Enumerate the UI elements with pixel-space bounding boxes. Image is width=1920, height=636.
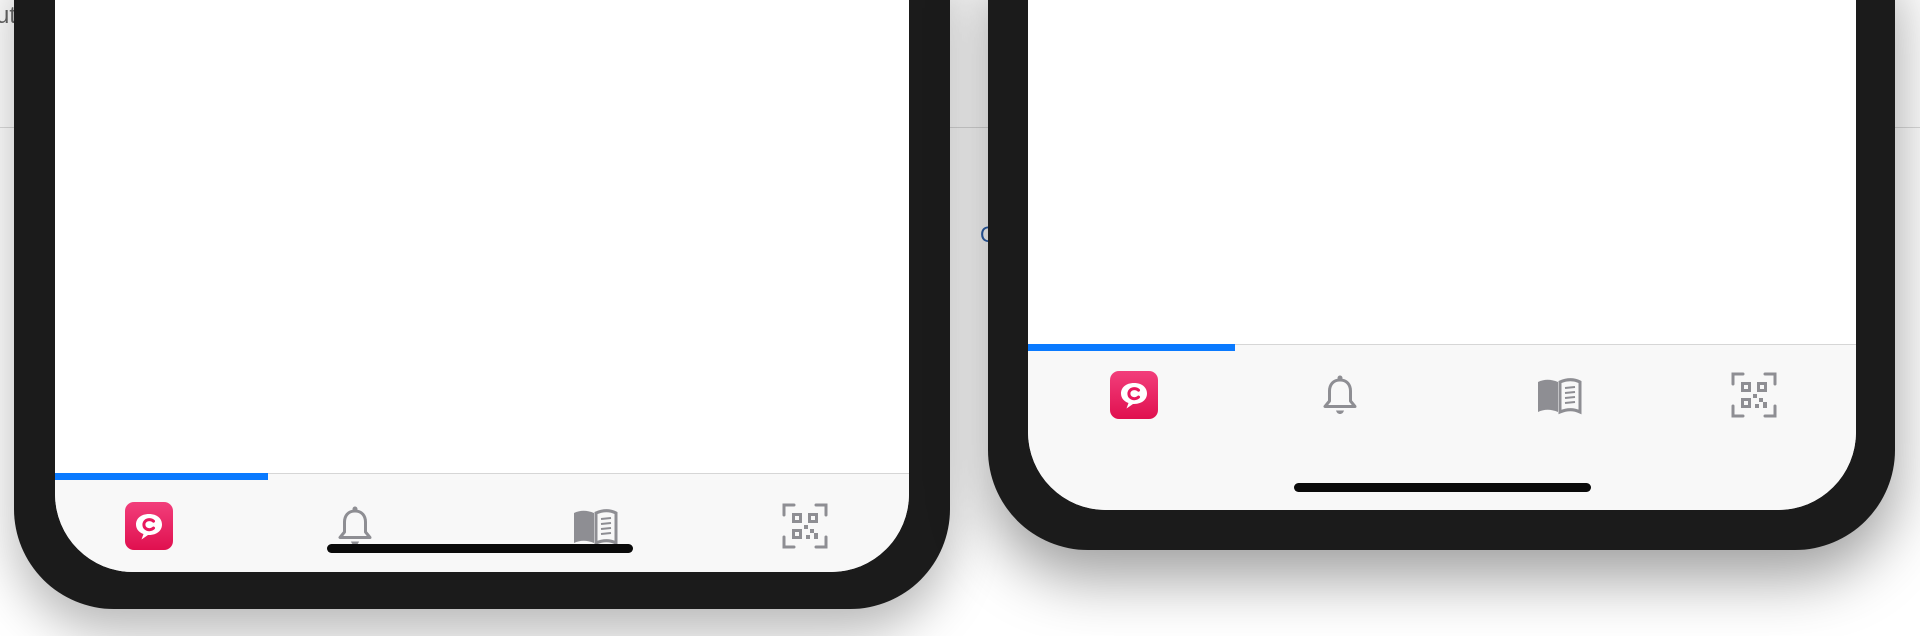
book-icon — [1538, 378, 1582, 415]
right-phone-screen — [1028, 0, 1856, 510]
right-phone-frame — [988, 0, 1895, 550]
home-indicator[interactable] — [1294, 483, 1591, 492]
tab-scan[interactable] — [1726, 367, 1782, 423]
tab-home[interactable] — [121, 498, 177, 554]
book-icon — [574, 509, 618, 546]
app-logo-icon — [125, 502, 173, 550]
tab-scan[interactable] — [777, 498, 833, 554]
tab-home[interactable] — [1106, 367, 1162, 423]
bell-icon — [1323, 375, 1357, 414]
bell-icon — [338, 506, 372, 545]
loading-progress-bar — [1028, 344, 1235, 351]
left-phone-frame — [14, 0, 950, 609]
home-indicator[interactable] — [327, 544, 633, 553]
tab-bar — [1028, 344, 1856, 510]
qr-code-icon — [1731, 372, 1777, 418]
tab-guide[interactable] — [1531, 367, 1587, 423]
tab-notifications[interactable] — [1312, 367, 1368, 423]
tab-bar — [55, 473, 909, 572]
qr-code-icon — [782, 503, 828, 549]
left-phone-screen — [55, 0, 909, 572]
app-logo-icon — [1110, 371, 1158, 419]
loading-progress-bar — [55, 473, 268, 480]
